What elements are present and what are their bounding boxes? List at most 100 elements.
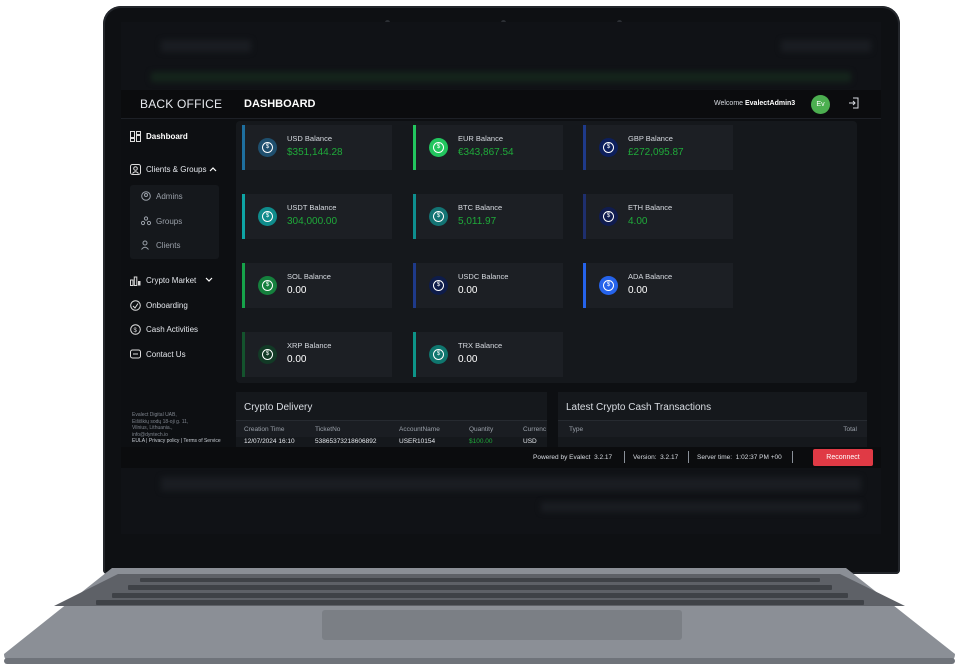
sidebar-item-dashboard[interactable]: Dashboard xyxy=(130,126,188,146)
table-header: Creation Time TicketNo AccountName Quant… xyxy=(236,420,547,437)
page-title: DASHBOARD xyxy=(244,98,316,110)
footer-links[interactable]: EULA | Privacy policy | Terms of Service xyxy=(132,438,227,445)
column-header[interactable]: AccountName xyxy=(399,426,440,433)
balance-value: $351,144.28 xyxy=(287,147,343,158)
balance-card: $ EUR Balance €343,867.54 xyxy=(413,125,563,170)
balance-label: TRX Balance xyxy=(458,341,503,350)
table-cell: 53865373218606892 xyxy=(315,438,377,445)
panel-title: Latest Crypto Cash Transactions xyxy=(566,402,712,413)
balance-value: 0.00 xyxy=(458,354,478,365)
sidebar-item-contact-us[interactable]: Contact Us xyxy=(130,344,186,364)
server-time: Server time: 1:02:37 PM +00 xyxy=(697,454,782,461)
powered-text: Powered by Evalect xyxy=(533,454,591,461)
balance-value: 0.00 xyxy=(287,285,307,296)
admin-icon xyxy=(141,191,151,201)
balance-card: $ SOL Balance 0.00 xyxy=(242,263,392,308)
table-cell: $100.00 xyxy=(469,438,493,445)
status-bar: Powered by Evalect 3.2.17 Version: 3.2.1… xyxy=(121,447,881,468)
balance-label: USDT Balance xyxy=(287,203,337,212)
balance-label: ADA Balance xyxy=(628,272,673,281)
clients-icon xyxy=(141,240,149,250)
currency-icon: $ xyxy=(429,207,448,226)
currency-icon: $ xyxy=(599,138,618,157)
sidebar: Dashboard Clients & Groups Admins Groups… xyxy=(121,119,229,449)
chevron-down-icon xyxy=(205,277,213,282)
table-cell: 12/07/2024 16:10 xyxy=(244,438,295,445)
balance-value: 4.00 xyxy=(628,216,648,227)
balance-card: $ TRX Balance 0.00 xyxy=(413,332,563,377)
sidebar-item-label: Dashboard xyxy=(146,131,188,141)
clients-groups-submenu: Admins Groups Clients xyxy=(130,185,219,259)
divider xyxy=(792,451,793,463)
svg-text:$: $ xyxy=(134,328,138,334)
top-bar: BACK OFFICE DASHBOARD Welcome EvalectAdm… xyxy=(121,90,881,119)
welcome-text: Welcome EvalectAdmin3 xyxy=(714,100,795,107)
sidebar-item-label: Contact Us xyxy=(146,349,186,359)
brand-title: BACK OFFICE xyxy=(140,97,223,111)
table-cell: USD xyxy=(523,438,537,445)
balance-label: XRP Balance xyxy=(287,341,332,350)
balance-label: SOL Balance xyxy=(287,272,331,281)
sidebar-item-label: Cash Activities xyxy=(146,324,199,334)
user-circle-icon xyxy=(130,163,141,175)
avatar[interactable]: Ev xyxy=(811,95,830,114)
sidebar-item-crypto-market[interactable]: Crypto Market xyxy=(130,270,218,290)
balance-value: €343,867.54 xyxy=(458,147,514,158)
sidebar-item-onboarding[interactable]: Onboarding xyxy=(130,295,188,315)
balance-card: $ ETH Balance 4.00 xyxy=(583,194,733,239)
version-value: 3.2.17 xyxy=(660,454,679,461)
dashboard-icon xyxy=(130,130,141,142)
server-label: Server time: xyxy=(697,454,733,461)
divider xyxy=(688,451,689,463)
sidebar-item-clients[interactable]: Clients xyxy=(141,240,180,250)
currency-icon: $ xyxy=(599,276,618,295)
chevron-up-icon xyxy=(210,167,217,172)
balance-label: USDC Balance xyxy=(458,272,509,281)
column-header[interactable]: Creation Time xyxy=(244,426,284,433)
username: EvalectAdmin3 xyxy=(745,100,796,107)
currency-icon: $ xyxy=(429,345,448,364)
sidebar-item-clients-groups[interactable]: Clients & Groups xyxy=(130,159,222,179)
balance-label: GBP Balance xyxy=(628,134,673,143)
sidebar-item-admins[interactable]: Admins xyxy=(141,191,183,201)
logout-icon[interactable] xyxy=(847,96,861,110)
column-header[interactable]: Quantity xyxy=(469,426,493,433)
powered-by: Powered by Evalect 3.2.17 xyxy=(533,454,612,461)
server-time-value: 1:02:37 PM +00 xyxy=(735,454,782,461)
balance-card: $ XRP Balance 0.00 xyxy=(242,332,392,377)
balance-value: 304,000.00 xyxy=(287,216,338,227)
powered-version: 3.2.17 xyxy=(594,454,613,461)
balance-label: USD Balance xyxy=(287,134,333,143)
column-header[interactable]: Type xyxy=(569,426,583,433)
balance-value: 5,011.97 xyxy=(458,216,497,227)
panel-title: Crypto Delivery xyxy=(244,402,313,413)
groups-icon xyxy=(141,216,151,226)
currency-icon: $ xyxy=(429,276,448,295)
balance-value: 0.00 xyxy=(628,285,648,296)
sidebar-subitem-label: Groups xyxy=(156,216,183,226)
reconnect-button[interactable]: Reconnect xyxy=(813,449,873,466)
balance-card: $ USDC Balance 0.00 xyxy=(413,263,563,308)
sidebar-subitem-label: Admins xyxy=(156,191,183,201)
sidebar-item-groups[interactable]: Groups xyxy=(141,216,182,226)
onboarding-icon xyxy=(130,299,141,311)
balance-label: EUR Balance xyxy=(458,134,504,143)
column-header[interactable]: Total xyxy=(843,426,857,433)
keyboard-base xyxy=(0,566,959,666)
divider xyxy=(624,451,625,463)
column-header[interactable]: Currenc xyxy=(523,426,546,433)
sidebar-item-cash-activities[interactable]: $ Cash Activities xyxy=(130,319,198,339)
version-info: Version: 3.2.17 xyxy=(633,454,678,461)
balance-label: ETH Balance xyxy=(628,203,673,212)
balance-value: 0.00 xyxy=(458,285,478,296)
cash-icon: $ xyxy=(130,323,141,335)
version-label: Version: xyxy=(633,454,657,461)
balance-grid: $ USD Balance $351,144.28 $ EUR Balance €343,… xyxy=(236,121,857,383)
column-header[interactable]: TicketNo xyxy=(315,426,340,433)
sidebar-footer: Evalect Digital UAB, Eišiškių sodų 18-oj… xyxy=(132,412,227,445)
table-cell: USER10154 xyxy=(399,438,436,445)
welcome-prefix: Welcome xyxy=(714,100,745,107)
balance-value: £272,095.87 xyxy=(628,147,684,158)
balance-label: BTC Balance xyxy=(458,203,503,212)
balance-card: $ GBP Balance £272,095.87 xyxy=(583,125,733,170)
